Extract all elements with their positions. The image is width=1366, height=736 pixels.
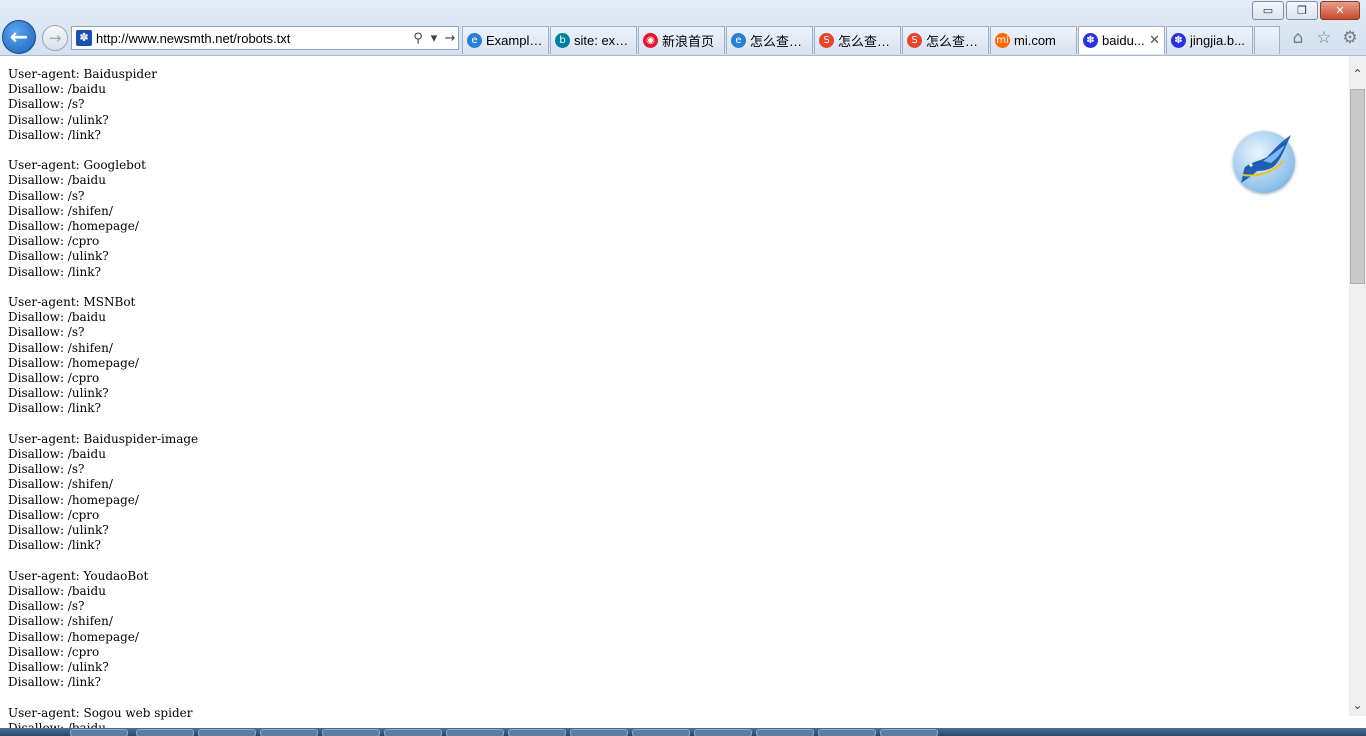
tab-close-icon[interactable]: ✕ [1149,33,1160,48]
favorites-star-icon[interactable]: ☆ [1314,28,1334,48]
tab-label: 怎么查看... [926,34,984,49]
windows-taskbar [0,728,1366,736]
address-bar: ✽ ⚲ ▾ → [71,26,459,50]
bird-logo-icon[interactable] [1233,131,1295,193]
arrow-right-icon: → [48,29,62,47]
tab-5[interactable]: S 怎么查看... [814,26,901,54]
tab-2[interactable]: b site: exa... [550,26,637,54]
search-icon[interactable]: ⚲ [410,31,426,46]
taskbar-button[interactable] [70,729,128,736]
baidu-paw-icon: ✽ [1171,33,1186,48]
window-controls: ▭ ❐ ✕ [1252,1,1360,20]
taskbar-button[interactable] [384,729,442,736]
restore-button[interactable]: ❐ [1286,1,1318,20]
taskbar-button[interactable] [446,729,504,736]
forward-button[interactable]: → [42,25,68,51]
tab-1[interactable]: e Example... [462,26,549,54]
taskbar-button[interactable] [260,729,318,736]
sogou-icon: S [819,33,834,48]
tab-label: mi.com [1014,33,1056,48]
minimize-button[interactable]: ▭ [1252,1,1284,20]
browser-toolbar: ▭ ❐ ✕ ← → ✽ ⚲ ▾ → e Example... b site: exa.… [0,0,1366,56]
close-window-button[interactable]: ✕ [1320,1,1360,20]
url-input[interactable] [96,30,410,46]
taskbar-button[interactable] [694,729,752,736]
tab-label: 新浪首页 [662,34,715,49]
browser-tools: ⌂ ☆ ⚙ [1288,28,1360,48]
taskbar-button[interactable] [880,729,938,736]
vertical-scrollbar[interactable]: ⌃ ⌄ [1349,56,1366,716]
scroll-thumb[interactable] [1350,89,1365,284]
taskbar-button[interactable] [198,729,256,736]
scroll-down-arrow-icon[interactable]: ⌄ [1349,697,1366,714]
tab-8[interactable]: ✽ baidu... ✕ [1078,26,1165,54]
tab-3[interactable]: ◉ 新浪首页 [638,26,725,54]
tab-7[interactable]: mi mi.com [990,26,1077,54]
home-icon[interactable]: ⌂ [1288,28,1308,48]
tab-label: baidu... [1102,33,1145,48]
taskbar-button[interactable] [632,729,690,736]
tab-strip: e Example... b site: exa... ◉ 新浪首页 e 怎么查看... S 怎么… [462,26,1280,54]
taskbar-button[interactable] [570,729,628,736]
arrow-left-icon: ← [9,24,29,50]
robots-txt-body: User-agent: Baiduspider Disallow: /baidu… [8,67,199,728]
back-button[interactable]: ← [2,20,36,54]
tab-label: 怎么查看... [750,34,808,49]
address-dropdown-icon[interactable]: ▾ [426,31,442,46]
tab-9[interactable]: ✽ jingjia.b... [1166,26,1253,54]
scroll-up-arrow-icon[interactable]: ⌃ [1349,66,1366,83]
bing-icon: b [555,33,570,48]
taskbar-button[interactable] [322,729,380,736]
tab-4[interactable]: e 怎么查看... [726,26,813,54]
tab-6[interactable]: S 怎么查看... [902,26,989,54]
settings-gear-icon[interactable]: ⚙ [1340,28,1360,48]
tab-label: 怎么查看... [838,34,896,49]
page-content: User-agent: Baiduspider Disallow: /baidu… [0,56,1349,728]
tab-label: site: exa... [574,33,632,48]
taskbar-button[interactable] [756,729,814,736]
tab-label: jingjia.b... [1190,33,1245,48]
ie-icon: e [467,33,482,48]
go-arrow-icon[interactable]: → [442,31,458,46]
tab-label: Example... [486,33,544,48]
new-tab-button[interactable] [1254,26,1280,54]
bird-logo-svg [1241,135,1291,183]
taskbar-button[interactable] [508,729,566,736]
sina-weibo-icon: ◉ [643,33,658,48]
taskbar-button[interactable] [818,729,876,736]
sogou-icon: S [907,33,922,48]
mi-icon: mi [995,33,1010,48]
baidu-paw-icon: ✽ [1083,33,1098,48]
baidu-paw-icon: ✽ [76,30,92,46]
ie-icon: e [731,33,746,48]
taskbar-button[interactable] [136,729,194,736]
